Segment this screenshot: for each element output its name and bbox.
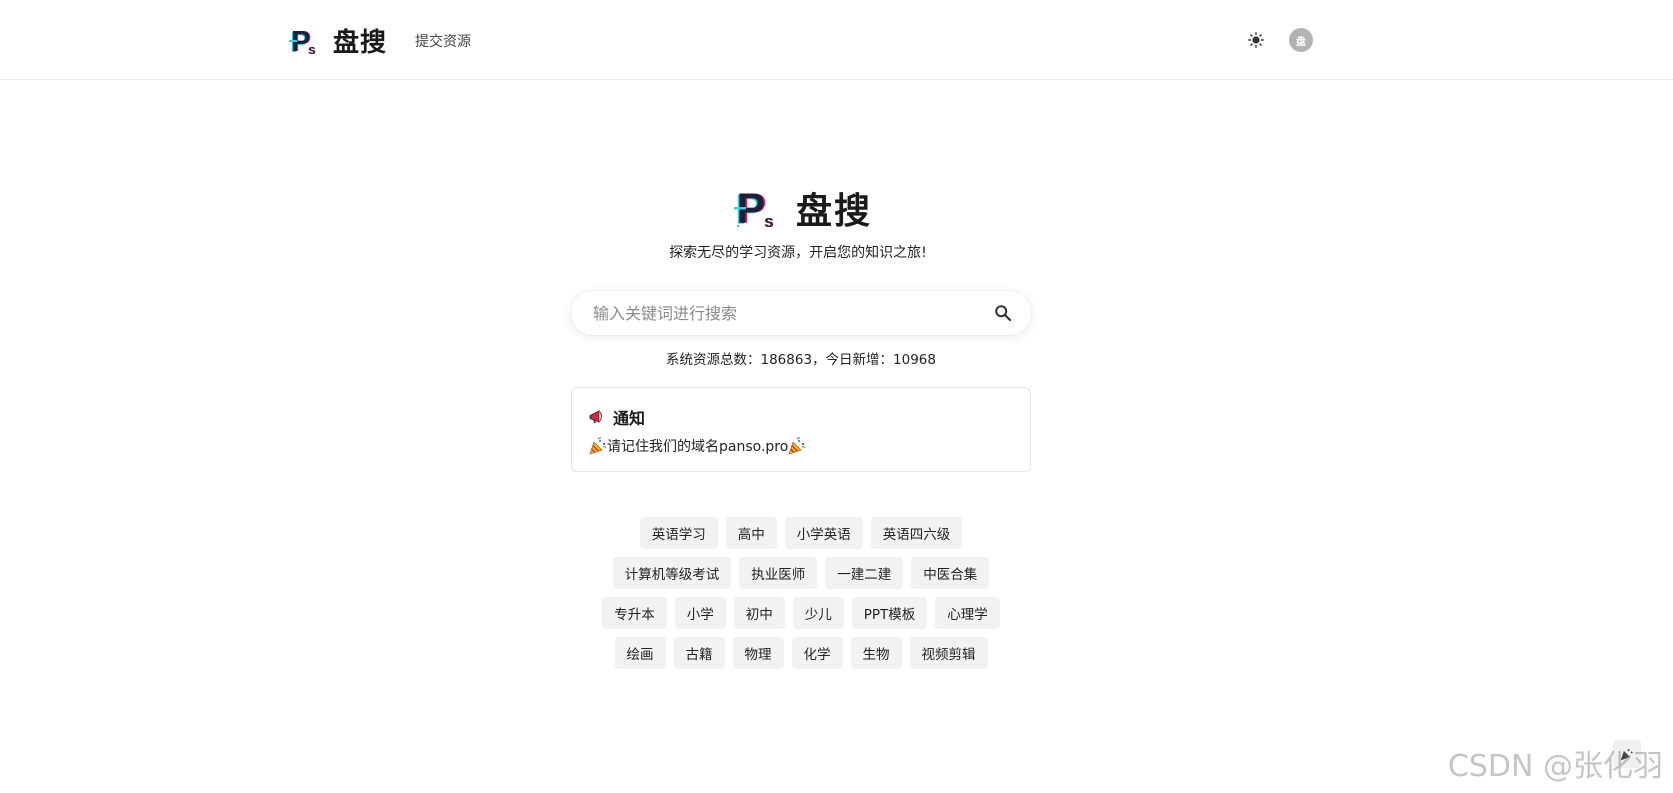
sun-icon: [1248, 32, 1264, 48]
tag-item[interactable]: 执业医师: [739, 557, 818, 589]
csdn-watermark: CSDN @张化羽: [1447, 749, 1663, 784]
tag-item[interactable]: 化学: [791, 637, 843, 669]
tag-item[interactable]: 专升本: [602, 597, 667, 629]
tag-item[interactable]: 绘画: [614, 637, 666, 669]
tag-item[interactable]: 高中: [725, 517, 777, 549]
tag-item[interactable]: 少儿: [792, 597, 844, 629]
brand-home-link[interactable]: P P P S S 盘搜: [289, 22, 387, 59]
tag-item[interactable]: 英语四六级: [870, 517, 963, 549]
notice-heading: 通知: [589, 405, 645, 429]
brand-name: 盘搜: [333, 28, 388, 58]
tag-item[interactable]: 初中: [733, 597, 785, 629]
top-navigation-bar: P P P S S 盘搜 提交资源 盘: [0, 0, 1673, 80]
ps-logo-icon: P P P S S: [289, 26, 316, 56]
tag-item[interactable]: 心理学: [935, 597, 1000, 629]
user-avatar[interactable]: 盘: [1289, 28, 1313, 52]
party-popper-icon: [788, 437, 806, 455]
tag-row: 计算机等级考试 执业医师 一建二建 中医合集: [612, 557, 990, 589]
notice-body-text: 请记住我们的域名panso.pro: [607, 439, 789, 455]
tag-item[interactable]: 视频剪辑: [909, 637, 988, 669]
resource-stats: 系统资源总数：186863，今日新增：10968: [666, 352, 936, 368]
tag-item[interactable]: 计算机等级考试: [612, 557, 732, 589]
tag-item[interactable]: 生物: [850, 637, 902, 669]
search-button[interactable]: [991, 301, 1015, 325]
tag-item[interactable]: 小学英语: [784, 517, 863, 549]
svg-text:S: S: [765, 215, 774, 230]
theme-toggle-button[interactable]: [1245, 29, 1267, 51]
notice-card: 通知 请记住我们的域名panso.pro: [571, 387, 1031, 472]
tag-item[interactable]: 小学: [674, 597, 726, 629]
tag-item[interactable]: 英语学习: [639, 517, 718, 549]
tag-item[interactable]: 中医合集: [911, 557, 990, 589]
notice-message: 请记住我们的域名panso.pro: [589, 436, 806, 456]
hero-brand: P P P S S 盘搜: [734, 182, 872, 234]
nav-submit-resource[interactable]: 提交资源: [415, 31, 471, 51]
tag-row: 英语学习 高中 小学英语 英语四六级: [639, 517, 963, 549]
search-icon: [995, 305, 1012, 322]
search-input[interactable]: [591, 299, 981, 327]
tag-item[interactable]: PPT模板: [851, 597, 928, 629]
hero-tagline: 探索无尽的学习资源，开启您的知识之旅!: [669, 245, 927, 261]
tag-item[interactable]: 一建二建: [825, 557, 904, 589]
tag-row: 绘画 古籍 物理 化学 生物 视频剪辑: [614, 637, 988, 669]
tag-row: 专升本 小学 初中 少儿 PPT模板 心理学: [602, 597, 1000, 629]
hero-title: 盘搜: [796, 191, 873, 232]
notice-title: 通知: [613, 409, 646, 428]
tag-item[interactable]: 古籍: [673, 637, 725, 669]
tag-item[interactable]: 物理: [732, 637, 784, 669]
search-box: [571, 291, 1031, 335]
megaphone-icon: [589, 410, 602, 423]
party-popper-icon: [589, 437, 607, 455]
ps-logo-icon: P P P S S: [734, 186, 774, 230]
svg-text:S: S: [309, 46, 316, 56]
hot-tags: 英语学习 高中 小学英语 英语四六级 计算机等级考试 执业医师 一建二建 中医合…: [571, 517, 1031, 669]
